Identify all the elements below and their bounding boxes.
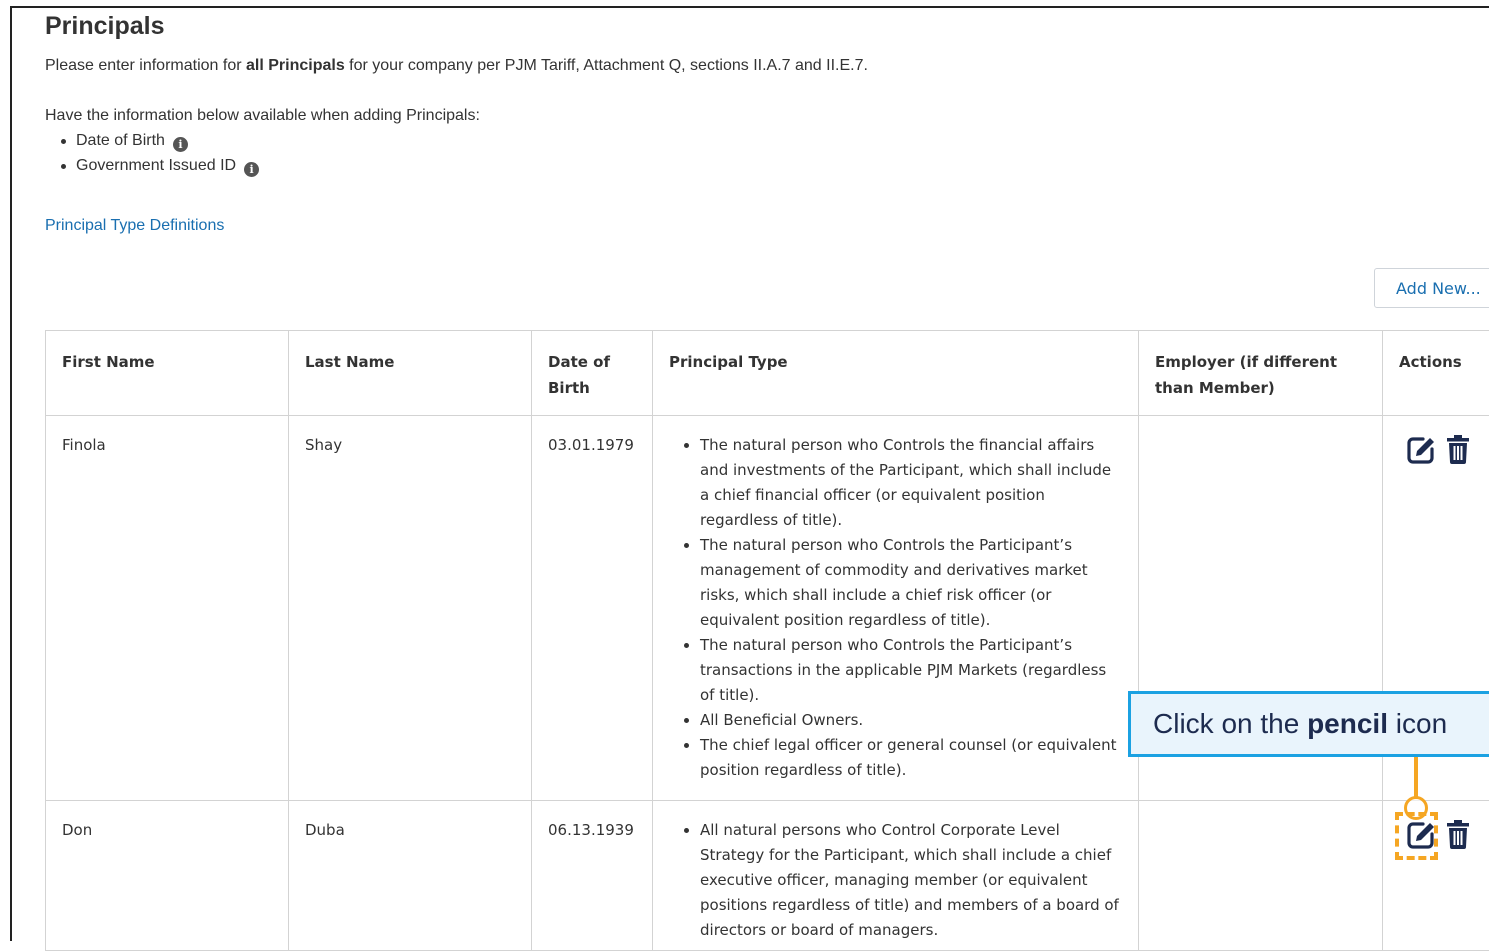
header-first-name: First Name xyxy=(46,331,289,416)
principal-type-item: All Beneficial Owners. xyxy=(684,708,1122,733)
cell-last-name: Duba xyxy=(289,801,532,951)
cell-date-of-birth: 03.01.1979 xyxy=(532,416,653,801)
callout-connector xyxy=(1414,757,1418,797)
cell-principal-type: The natural person who Controls the fina… xyxy=(653,416,1139,801)
header-employer: Employer (if different than Member) xyxy=(1139,331,1383,416)
principal-type-item: The natural person who Controls the Part… xyxy=(684,633,1122,708)
pencil-square-icon[interactable] xyxy=(1407,436,1435,472)
page-title: Principals xyxy=(45,12,165,41)
intro-text: Please enter information for all Princip… xyxy=(45,57,868,75)
requirement-item: Government Issued IDi xyxy=(45,157,259,182)
header-last-name: Last Name xyxy=(289,331,532,416)
intro-bold: all Principals xyxy=(246,57,345,74)
pencil-highlight-box xyxy=(1395,812,1438,860)
requirements-list: Date of Birthi Government Issued IDi xyxy=(45,132,259,182)
requirement-item: Date of Birthi xyxy=(45,132,259,157)
trash-icon[interactable] xyxy=(1446,434,1470,472)
cell-first-name: Finola xyxy=(46,416,289,801)
cell-principal-type: All natural persons who Control Corporat… xyxy=(653,801,1139,951)
header-actions: Actions xyxy=(1383,331,1489,416)
callout-bold: pencil xyxy=(1307,708,1388,739)
header-principal-type: Principal Type xyxy=(653,331,1139,416)
cell-last-name: Shay xyxy=(289,416,532,801)
cell-employer xyxy=(1139,801,1383,951)
principals-table: First Name Last Name Date of Birth Princ… xyxy=(45,330,1489,951)
principal-type-list: All natural persons who Control Corporat… xyxy=(669,818,1122,943)
info-icon[interactable]: i xyxy=(173,137,188,152)
instruction-callout: Click on the pencil icon xyxy=(1128,691,1489,757)
principal-type-item: The chief legal officer or general couns… xyxy=(684,733,1122,783)
add-new-button[interactable]: Add New... xyxy=(1374,268,1489,308)
cell-date-of-birth: 06.13.1939 xyxy=(532,801,653,951)
principal-type-item: The natural person who Controls the Part… xyxy=(684,533,1122,633)
principal-type-item: The natural person who Controls the fina… xyxy=(684,433,1122,533)
trash-icon[interactable] xyxy=(1446,819,1470,857)
cell-first-name: Don xyxy=(46,801,289,951)
header-date-of-birth: Date of Birth xyxy=(532,331,653,416)
table-header-row: First Name Last Name Date of Birth Princ… xyxy=(46,331,1489,416)
principal-type-item: All natural persons who Control Corporat… xyxy=(684,818,1122,943)
info-icon[interactable]: i xyxy=(244,162,259,177)
available-info-text: Have the information below available whe… xyxy=(45,107,480,125)
table-row: Don Duba 06.13.1939 All natural persons … xyxy=(46,801,1489,951)
principal-type-list: The natural person who Controls the fina… xyxy=(669,433,1122,783)
principal-type-definitions-link[interactable]: Principal Type Definitions xyxy=(45,217,224,235)
